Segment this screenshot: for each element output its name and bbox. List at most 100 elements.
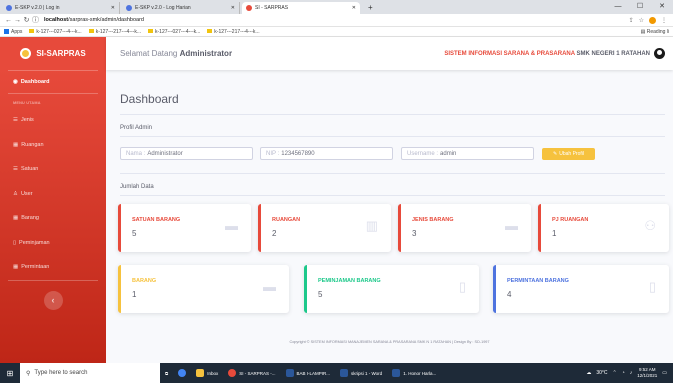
sidebar-item-user[interactable]: ♙ User	[0, 182, 106, 207]
building-icon: ▦	[13, 141, 19, 148]
notification-icon[interactable]: ▭	[662, 370, 667, 376]
user-avatar-icon[interactable]	[654, 48, 665, 59]
welcome-name: Administrator	[179, 49, 233, 58]
system-tray: ☁ 30°C ⌃ ◔ ♪ 9:52 AM 12/1/2021 ▭	[586, 367, 673, 379]
browser-icon	[228, 369, 237, 377]
card-value: 5	[132, 229, 137, 238]
stat-card-permintaan-barang[interactable]: PERMINTAAN BARANG 4 ▯	[493, 265, 669, 313]
weather-icon[interactable]: ☁	[586, 370, 591, 376]
card-value: 4	[507, 290, 512, 299]
card-title: SATUAN BARANG	[132, 217, 181, 223]
edit-profile-button[interactable]: ✎ Ubah Profil	[542, 148, 595, 160]
nip-value: 1234567890	[281, 150, 315, 157]
chevron-up-icon[interactable]: ⌃	[613, 370, 617, 376]
chrome-icon[interactable]	[173, 363, 191, 383]
taskbar-app-label: 1. Honor Harla...	[403, 370, 437, 376]
welcome-prefix: Selamat Datang	[120, 49, 178, 58]
task-view-icon[interactable]: ⧉	[160, 363, 173, 383]
folder-icon	[196, 369, 205, 377]
list-icon: ☰	[13, 166, 18, 173]
forward-icon[interactable]: →	[13, 17, 22, 24]
bookmark-item[interactable]: Apps	[4, 29, 22, 35]
back-icon[interactable]: ←	[4, 17, 13, 24]
profile-icon[interactable]	[649, 16, 656, 24]
maximize-icon[interactable]: ☐	[629, 0, 651, 14]
brand-name: SI-SARPRAS	[36, 49, 86, 58]
taskbar-search[interactable]: ⚲ Type here to search	[20, 363, 160, 383]
username-label: Username :	[407, 150, 439, 157]
divider	[120, 114, 665, 115]
windows-start-icon[interactable]: ⊞	[0, 363, 20, 383]
file-icon: ▯	[13, 239, 17, 246]
volume-icon[interactable]: ♪	[630, 370, 633, 376]
tab-favicon-icon	[246, 5, 252, 11]
menu-icon[interactable]: ⋮	[661, 17, 667, 24]
close-tab-icon[interactable]: ✕	[231, 5, 235, 11]
bookmark-item[interactable]: k-127---217---4---k...	[88, 29, 141, 35]
card-title: PJ RUANGAN	[552, 217, 589, 223]
stat-card-pj-ruangan[interactable]: PJ RUANGAN 1 ⚇	[538, 204, 669, 252]
browser-tab[interactable]: E-SKP v.2.0 | Log in ✕	[2, 2, 120, 14]
nip-label: NIP :	[266, 150, 280, 157]
welcome-text: Selamat Datang Administrator	[120, 49, 232, 58]
browser-tab-active[interactable]: SI - SARPRAS ✕	[242, 2, 360, 14]
sidebar-item-jenis[interactable]: ☰ Jenis	[0, 108, 106, 133]
card-value: 1	[132, 290, 137, 299]
footer-copyright: Copyright © SISTEM INFORMASI MANAJEMEN S…	[289, 340, 490, 344]
info-icon[interactable]: ⓘ	[31, 15, 40, 25]
sidebar: SI-SARPRAS ◉ Dashboard MENU UTAMA ☰ Jeni…	[0, 37, 106, 363]
sidebar-item-permintaan[interactable]: ▦ Permintaan	[0, 255, 106, 280]
close-tab-icon[interactable]: ✕	[111, 5, 115, 11]
sidebar-item-dashboard[interactable]: ◉ Dashboard	[0, 71, 106, 93]
close-window-icon[interactable]: ✕	[651, 0, 673, 14]
sidebar-item-label: Satuan	[20, 166, 39, 173]
star-icon[interactable]: ☆	[639, 17, 644, 24]
new-tab-button[interactable]: +	[362, 2, 379, 14]
minimize-icon[interactable]: —	[607, 0, 629, 14]
user-icon: ♙	[13, 190, 18, 197]
reload-icon[interactable]: ↻	[22, 16, 31, 24]
url-host: localhost	[44, 17, 69, 23]
reading-list[interactable]: ▤ Reading li	[641, 29, 673, 35]
word-icon	[340, 369, 349, 377]
stat-card-peminjaman-barang[interactable]: PEMINJAMAN BARANG 5 ▯	[304, 265, 479, 313]
clock[interactable]: 9:52 AM 12/1/2021	[637, 367, 657, 379]
stat-card-barang[interactable]: BARANG 1 ▬	[118, 265, 289, 313]
taskbar-app[interactable]: 1. Honor Harla...	[387, 363, 441, 383]
divider	[120, 173, 665, 174]
word-icon	[392, 369, 401, 377]
bookmark-item[interactable]: k-127---027---4---k...	[148, 29, 200, 35]
url-field[interactable]: localhost/sarpras-smk/admin/dashboard	[44, 17, 144, 23]
stat-card-jenis-barang[interactable]: JENIS BARANG 3 ▬	[398, 204, 531, 252]
browser-tab[interactable]: E-SKP v.2.0 - Log Harian ✕	[122, 2, 240, 14]
taskbar-app[interactable]: skripsi 1 - Word	[335, 363, 387, 383]
bookmark-label: k-127---217---4---k...	[214, 28, 260, 35]
sidebar-item-barang[interactable]: ▦ Barang	[0, 206, 106, 231]
share-icon[interactable]: ⇪	[629, 17, 634, 24]
box-icon: ▬	[225, 218, 238, 233]
stat-card-ruangan[interactable]: RUANGAN 2 ▥	[258, 204, 391, 252]
name-value: Administrator	[147, 150, 183, 157]
stat-card-satuan-barang[interactable]: SATUAN BARANG 5 ▬	[118, 204, 251, 252]
bookmark-item[interactable]: k-127---217---4---k...	[207, 28, 260, 35]
sidebar-item-ruangan[interactable]: ▦ Ruangan	[0, 133, 106, 158]
system-title: SISTEM INFORMASI SARANA & PRASARANA	[444, 50, 575, 57]
box-icon: ▬	[505, 218, 518, 233]
network-icon[interactable]: ◔	[622, 370, 625, 376]
sidebar-item-peminjaman[interactable]: ▯ Peminjaman	[0, 231, 106, 256]
tab-favicon-icon	[6, 5, 12, 11]
sidebar-item-satuan[interactable]: ☰ Satuan	[0, 157, 106, 182]
sidebar-divider	[8, 279, 98, 281]
bookmark-item[interactable]: k-127---027---4---k...	[29, 29, 82, 35]
nip-field[interactable]: NIP : 1234567890	[260, 147, 393, 160]
taskbar-app[interactable]: BAB I-LAMPIR...	[281, 363, 336, 383]
name-field[interactable]: Nama : Administrator	[120, 147, 253, 160]
close-tab-icon[interactable]: ✕	[352, 5, 356, 11]
sidebar-brand[interactable]: SI-SARPRAS	[0, 37, 106, 70]
taskbar-app[interactable]: Inbox	[191, 363, 223, 383]
file-icon: ▯	[458, 279, 466, 294]
sidebar-toggle-button[interactable]: ‹	[43, 290, 63, 310]
username-field[interactable]: Username : admin	[401, 147, 534, 160]
taskbar-app[interactable]: SI - SARPRAS -...	[223, 363, 280, 383]
users-icon: ⚇	[644, 218, 656, 233]
